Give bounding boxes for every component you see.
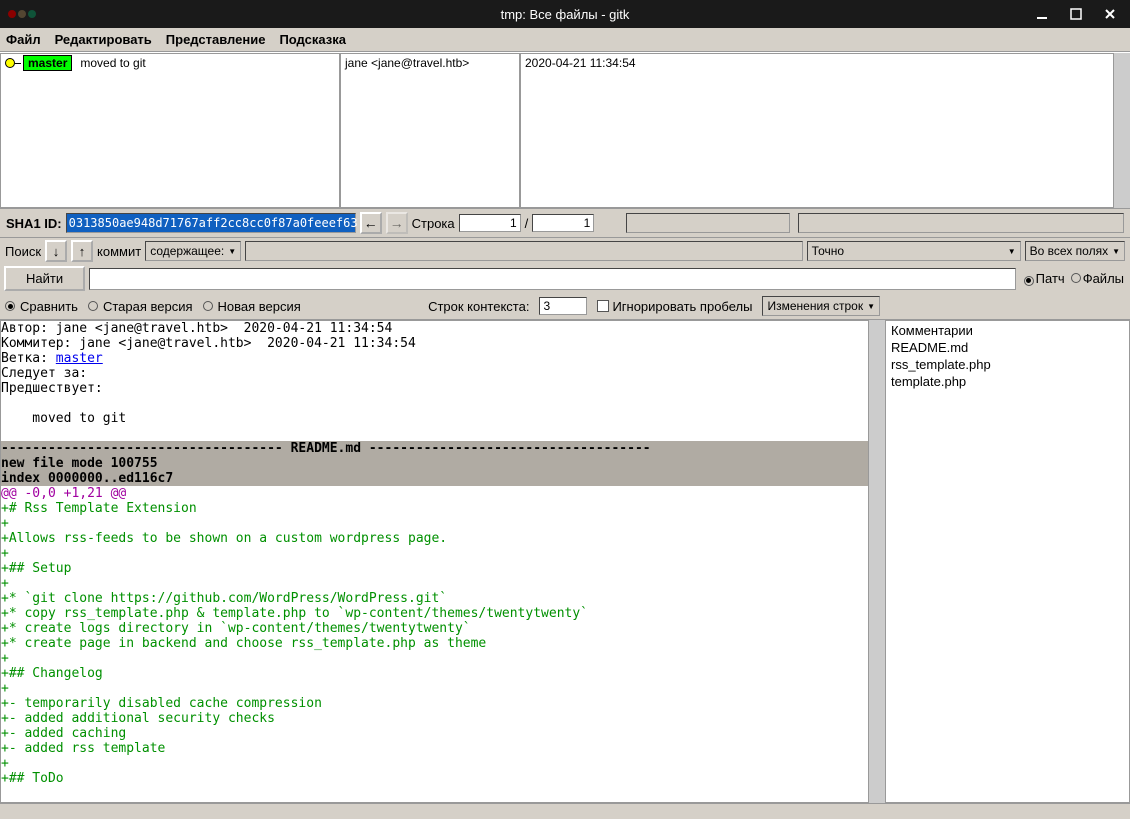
window-title: tmp: Все файлы - gitk: [501, 7, 630, 22]
patch-radio[interactable]: Патч: [1024, 271, 1065, 286]
search-down-button[interactable]: ↓: [45, 240, 67, 262]
diff-precedes: Предшествует:: [1, 381, 103, 396]
diff-line: +* copy rss_template.php & template.php …: [1, 606, 588, 621]
chevron-down-icon: ▼: [1008, 247, 1016, 256]
diff-line: +- added caching: [1, 726, 126, 741]
diff-follows: Следует за:: [1, 366, 87, 381]
sha-extra-field[interactable]: [626, 213, 790, 233]
diff-line: +- added additional security checks: [1, 711, 275, 726]
minimize-button[interactable]: [1032, 4, 1052, 24]
diff-committer-line: Коммитер: jane <jane@travel.htb> 2020-04…: [1, 336, 416, 351]
menubar: Файл Редактировать Представление Подсказ…: [0, 28, 1130, 52]
close-button[interactable]: [1100, 4, 1120, 24]
ignore-ws-checkbox[interactable]: Игнорировать пробелы: [597, 299, 752, 314]
search-contains-combo[interactable]: содержащее: ▼: [145, 241, 241, 261]
diff-author-line: Автор: jane <jane@travel.htb> 2020-04-21…: [1, 321, 392, 336]
old-version-radio[interactable]: Старая версия: [88, 299, 193, 314]
search-label: Поиск: [5, 244, 41, 259]
search-text-input[interactable]: [245, 241, 803, 261]
find-input[interactable]: [89, 268, 1016, 290]
diff-mode: new file mode 100755: [1, 456, 868, 471]
commit-author: jane <jane@travel.htb>: [341, 54, 519, 72]
commit-graph-node: master: [5, 55, 72, 71]
diff-line: +: [1, 546, 9, 561]
date-pane[interactable]: 2020-04-21 11:34:54: [520, 53, 1114, 208]
line-diff-combo[interactable]: Изменения строк ▼: [762, 296, 880, 316]
chevron-down-icon: ▼: [228, 247, 236, 256]
traffic-light-close[interactable]: [8, 10, 16, 18]
branch-label[interactable]: master: [23, 55, 72, 71]
chevron-down-icon: ▼: [867, 302, 875, 311]
file-item-rss-template[interactable]: rss_template.php: [887, 356, 1128, 373]
diff-line: +: [1, 651, 9, 666]
titlebar: tmp: Все файлы - gitk: [0, 0, 1130, 28]
diff-line: +Allows rss-feeds to be shown on a custo…: [1, 531, 447, 546]
context-lines-label: Строк контекста:: [428, 299, 529, 314]
diff-line: +## ToDo: [1, 771, 64, 786]
line-current-input[interactable]: [459, 214, 521, 232]
maximize-button[interactable]: [1066, 4, 1086, 24]
diff-line: +: [1, 516, 9, 531]
compare-radio[interactable]: Сравнить: [5, 299, 78, 314]
diff-line: +## Setup: [1, 561, 71, 576]
file-list-pane[interactable]: Комментарии README.md rss_template.php t…: [885, 320, 1130, 803]
diff-file-separator: ------------------------------------ REA…: [1, 441, 868, 456]
commit-subject: moved to git: [80, 56, 145, 70]
statusbar: [0, 803, 1130, 819]
menu-file[interactable]: Файл: [6, 32, 41, 47]
diff-line: +* create page in backend and choose rss…: [1, 636, 486, 651]
context-lines-input[interactable]: [539, 297, 587, 315]
diff-hunk: @@ -0,0 +1,21 @@: [1, 486, 126, 501]
sha-field[interactable]: 0313850ae948d71767aff2cc8cc0f87a0feeef63: [66, 213, 356, 233]
diff-line: +- temporarily disabled cache compressio…: [1, 696, 322, 711]
author-pane[interactable]: jane <jane@travel.htb>: [340, 53, 520, 208]
commit-dot-icon: [5, 58, 15, 68]
branch-link[interactable]: master: [56, 351, 103, 366]
new-version-radio[interactable]: Новая версия: [203, 299, 301, 314]
diff-scrollbar[interactable]: [869, 320, 885, 803]
file-item-template[interactable]: template.php: [887, 373, 1128, 390]
commit-list-pane[interactable]: master moved to git: [0, 53, 340, 208]
traffic-light-max[interactable]: [28, 10, 36, 18]
diff-index: index 0000000..ed116c7: [1, 471, 868, 486]
sha-label: SHA1 ID:: [6, 216, 62, 231]
diff-commit-msg: moved to git: [1, 411, 126, 426]
search-up-button[interactable]: ↑: [71, 240, 93, 262]
diff-line: +: [1, 756, 9, 771]
diff-line: +## Changelog: [1, 666, 103, 681]
diff-pane[interactable]: Автор: jane <jane@travel.htb> 2020-04-21…: [0, 320, 869, 803]
files-radio[interactable]: Файлы: [1071, 271, 1124, 286]
diff-line: +* create logs directory in `wp-content/…: [1, 621, 471, 636]
file-item-readme[interactable]: README.md: [887, 339, 1128, 356]
vertical-scrollbar[interactable]: [1114, 53, 1130, 208]
commit-date: 2020-04-21 11:34:54: [521, 54, 1113, 72]
diff-line: +: [1, 576, 9, 591]
diff-line: +: [1, 681, 9, 696]
menu-edit[interactable]: Редактировать: [55, 32, 152, 47]
file-item-comments[interactable]: Комментарии: [887, 322, 1128, 339]
line-label: Строка: [412, 216, 455, 231]
sha-extra-field-2[interactable]: [798, 213, 1124, 233]
line-total-input[interactable]: [532, 214, 594, 232]
commit-row[interactable]: master moved to git: [1, 54, 339, 72]
menu-help[interactable]: Подсказка: [279, 32, 346, 47]
search-fields-combo[interactable]: Во всех полях ▼: [1025, 241, 1125, 261]
diff-line: +# Rss Template Extension: [1, 501, 197, 516]
diff-line: +- added rss template: [1, 741, 165, 756]
find-button[interactable]: Найти: [4, 266, 85, 291]
traffic-light-min[interactable]: [18, 10, 26, 18]
nav-back-button[interactable]: ←: [360, 212, 382, 234]
nav-forward-button[interactable]: →: [386, 212, 408, 234]
search-commit-label: коммит: [97, 244, 141, 259]
search-exact-combo[interactable]: Точно ▼: [807, 241, 1021, 261]
menu-view[interactable]: Представление: [166, 32, 266, 47]
chevron-down-icon: ▼: [1112, 247, 1120, 256]
diff-line: +* `git clone https://github.com/WordPre…: [1, 591, 447, 606]
